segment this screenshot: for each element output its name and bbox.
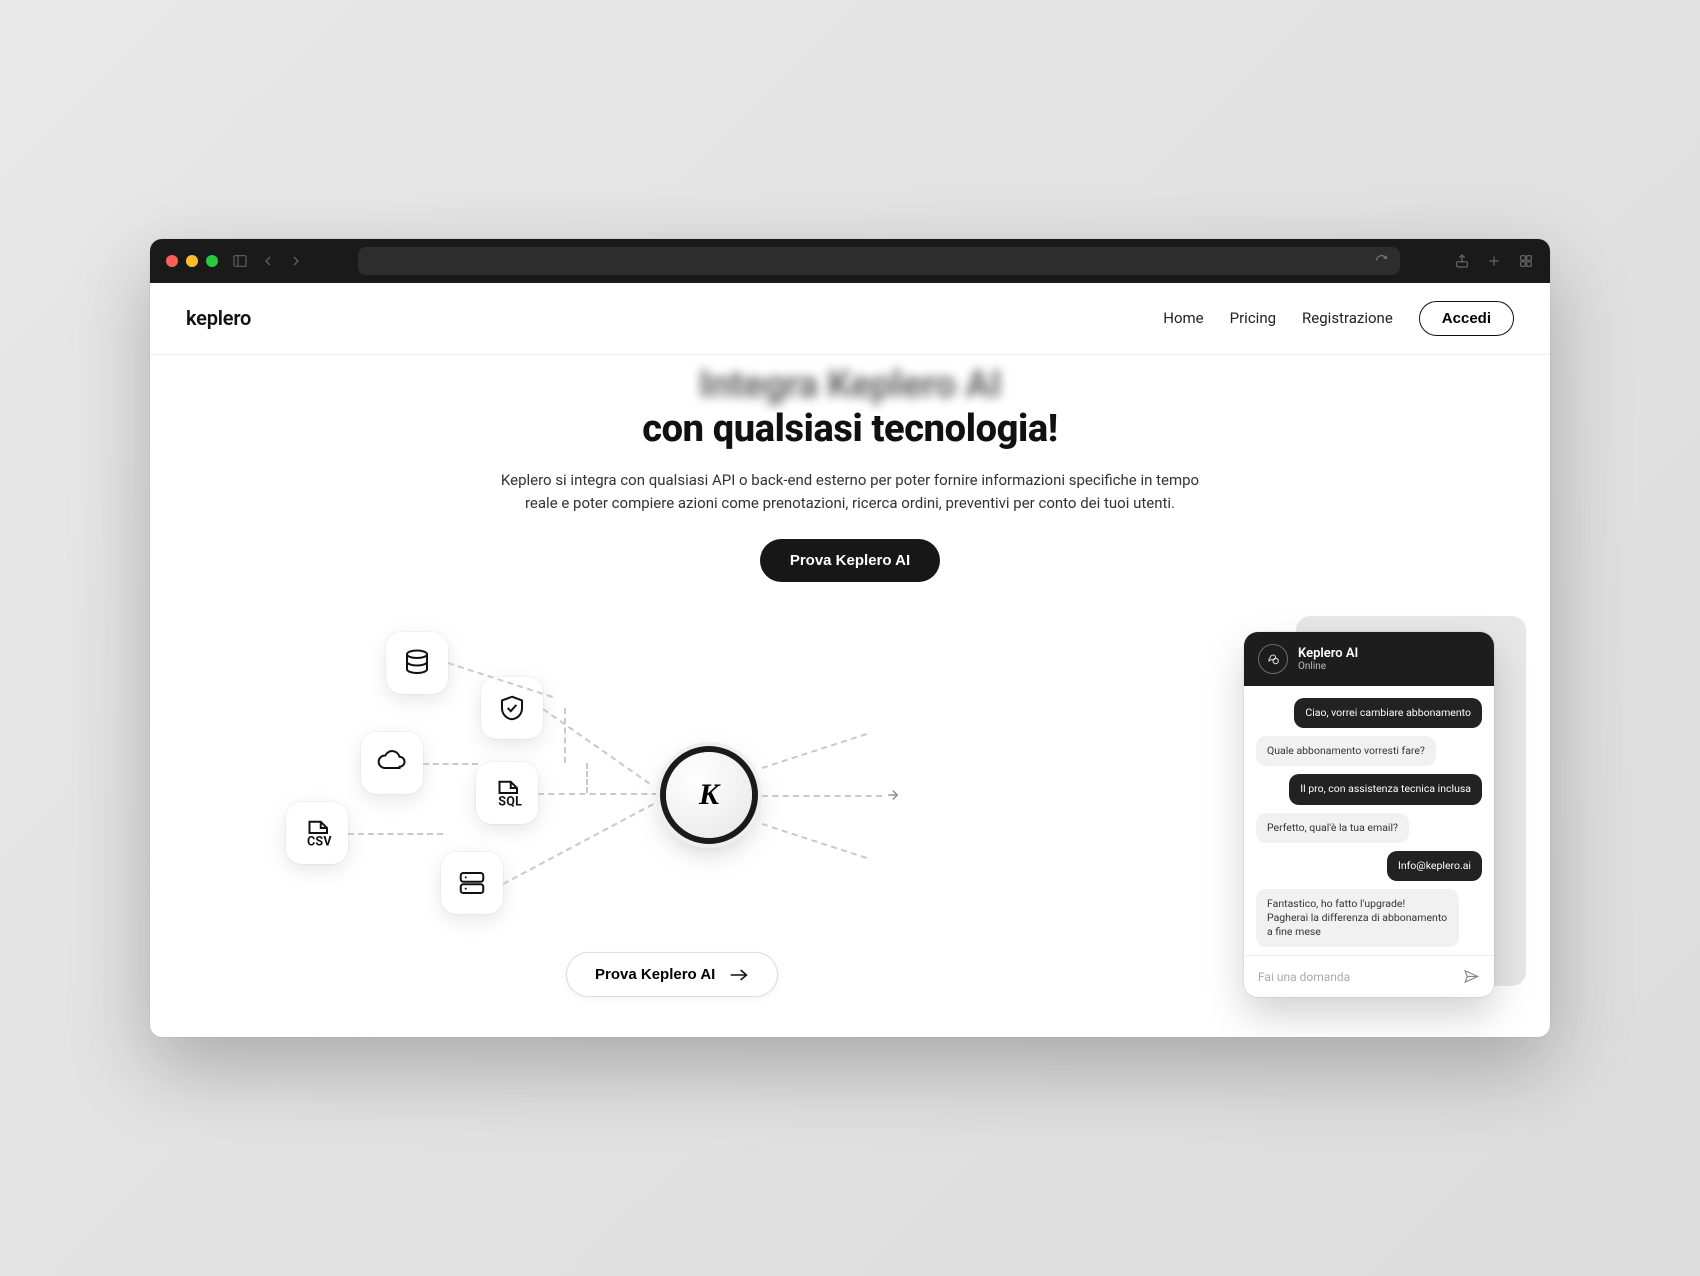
hero-description: Keplero si integra con qualsiasi API o b… xyxy=(490,469,1210,516)
sidebar-toggle-icon[interactable] xyxy=(232,253,248,269)
arrow-converge-icon xyxy=(886,786,904,808)
chat-message-bot: Perfetto, qual'è la tua email? xyxy=(1256,813,1409,843)
chat-message-bot: Quale abbonamento vorresti fare? xyxy=(1256,736,1436,766)
nav-back-icon[interactable] xyxy=(260,253,276,269)
browser-window: keplero Home Pricing Registrazione Acced… xyxy=(150,239,1550,1038)
node-shield xyxy=(481,677,543,739)
cta-secondary-label: Prova Keplero AI xyxy=(595,966,715,983)
reload-icon[interactable] xyxy=(1375,254,1388,267)
shield-check-icon xyxy=(497,693,527,723)
window-zoom-icon[interactable] xyxy=(206,255,218,267)
connector-line xyxy=(542,708,650,784)
chat-avatar-icon xyxy=(1258,644,1288,674)
connector-line xyxy=(538,793,668,795)
chat-message-user: Il pro, con assistenza tecnica inclusa xyxy=(1289,774,1482,804)
primary-nav: Home Pricing Registrazione Accedi xyxy=(1163,301,1514,336)
traffic-lights xyxy=(166,255,218,267)
page-content: Integra Keplero AI con qualsiasi tecnolo… xyxy=(150,355,1550,1038)
chat-input-row: Fai una domanda xyxy=(1244,955,1494,997)
sql-file-icon: SQL xyxy=(492,778,522,808)
nav-link-registration[interactable]: Registrazione xyxy=(1302,309,1393,327)
hero-cta-primary[interactable]: Prova Keplero AI xyxy=(760,539,940,582)
tabs-overview-icon[interactable] xyxy=(1518,253,1534,269)
hub-glyph: K xyxy=(699,778,719,812)
chat-title: Keplero AI xyxy=(1298,646,1358,661)
address-bar[interactable] xyxy=(358,247,1400,275)
hero-section: Integra Keplero AI con qualsiasi tecnolo… xyxy=(490,355,1210,583)
nav-forward-icon[interactable] xyxy=(288,253,304,269)
connector-line xyxy=(564,708,566,763)
svg-text:SQL: SQL xyxy=(498,795,522,809)
arrow-right-icon xyxy=(729,968,749,982)
cloud-icon xyxy=(377,748,407,778)
database-icon xyxy=(402,648,432,678)
browser-toolbar xyxy=(150,239,1550,283)
chat-message-bot: Fantastico, ho fatto l'upgrade! Pagherai… xyxy=(1256,889,1459,948)
window-close-icon[interactable] xyxy=(166,255,178,267)
login-button[interactable]: Accedi xyxy=(1419,301,1514,336)
chat-message-user: Ciao, vorrei cambiare abbonamento xyxy=(1294,698,1482,728)
node-cloud xyxy=(361,732,423,794)
hero-title-line2: con qualsiasi tecnologia! xyxy=(642,407,1058,451)
nav-link-pricing[interactable]: Pricing xyxy=(1230,309,1276,327)
connector-line xyxy=(762,795,882,797)
svg-text:CSV: CSV xyxy=(307,835,332,849)
connector-line xyxy=(348,833,443,835)
send-icon[interactable] xyxy=(1463,968,1480,985)
server-icon xyxy=(457,868,487,898)
hero-title-blurred: Integra Keplero AI xyxy=(699,363,1002,407)
chat-card: Keplero AI Online Ciao, vorrei cambiare … xyxy=(1244,632,1494,997)
node-database xyxy=(386,632,448,694)
chat-body[interactable]: Ciao, vorrei cambiare abbonamento Quale … xyxy=(1244,686,1494,955)
connector-line xyxy=(762,733,867,769)
chat-header: Keplero AI Online xyxy=(1244,632,1494,686)
node-sql: SQL xyxy=(476,762,538,824)
chat-message-user: Info@keplero.ai xyxy=(1387,851,1482,881)
node-server xyxy=(441,852,503,914)
connector-line xyxy=(762,823,867,859)
hero-cta-secondary[interactable]: Prova Keplero AI xyxy=(566,952,778,997)
chat-input[interactable]: Fai una domanda xyxy=(1258,970,1350,984)
chat-widget: Keplero AI Online Ciao, vorrei cambiare … xyxy=(1244,632,1504,997)
csv-file-icon: CSV xyxy=(302,818,332,848)
connector-line xyxy=(423,763,478,765)
connector-line xyxy=(586,763,588,793)
hero-title: Integra Keplero AI con qualsiasi tecnolo… xyxy=(490,363,1210,451)
window-minimize-icon[interactable] xyxy=(186,255,198,267)
new-tab-icon[interactable] xyxy=(1486,253,1502,269)
chat-status: Online xyxy=(1298,661,1358,672)
share-icon[interactable] xyxy=(1454,253,1470,269)
center-hub: K xyxy=(666,752,752,838)
node-csv: CSV xyxy=(286,802,348,864)
site-header: keplero Home Pricing Registrazione Acced… xyxy=(150,283,1550,355)
brand-logo[interactable]: keplero xyxy=(186,306,251,330)
nav-link-home[interactable]: Home xyxy=(1163,309,1203,327)
integration-diagram: SQL CSV K xyxy=(186,632,1224,992)
